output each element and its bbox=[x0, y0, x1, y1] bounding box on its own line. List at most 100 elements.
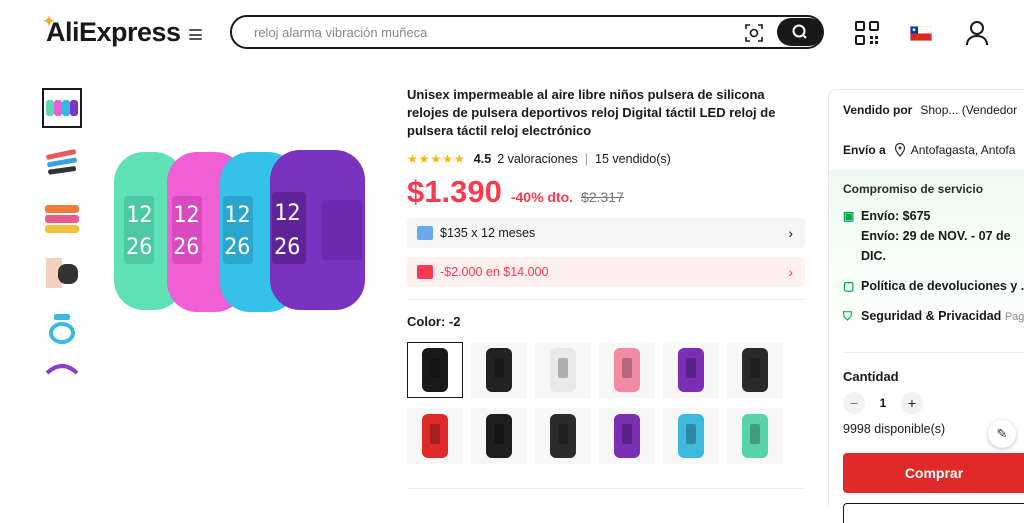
svg-text:12: 12 bbox=[126, 203, 153, 228]
thumbnail[interactable] bbox=[42, 308, 82, 348]
color-swatch[interactable] bbox=[471, 408, 527, 464]
add-to-cart-button[interactable] bbox=[843, 503, 1024, 523]
search-bar[interactable]: reloj alarma vibración muñeca bbox=[230, 15, 824, 49]
watch-swatch-image bbox=[614, 348, 640, 392]
truck-icon: ▣ bbox=[843, 209, 855, 223]
returns-text: Política de devoluciones y ... bbox=[861, 279, 1024, 293]
shipping-cost: Envío: $675 bbox=[861, 209, 931, 223]
svg-text:26: 26 bbox=[224, 235, 251, 260]
shield-icon: ⛉ bbox=[843, 309, 853, 323]
watch-swatch-image bbox=[742, 414, 768, 458]
original-price: $2.317 bbox=[581, 189, 624, 205]
current-price: $1.390 bbox=[407, 174, 502, 209]
commitment-title: Compromiso de servicio bbox=[843, 182, 984, 196]
search-icon bbox=[792, 24, 807, 39]
buy-button[interactable]: Comprar bbox=[843, 453, 1024, 493]
quantity-increase-button[interactable]: + bbox=[901, 392, 923, 414]
thumbnail[interactable] bbox=[42, 198, 82, 238]
watch-swatch-image bbox=[678, 348, 704, 392]
color-swatch[interactable] bbox=[599, 342, 655, 398]
user-account-icon[interactable] bbox=[965, 20, 989, 46]
location-pin-icon bbox=[894, 143, 905, 157]
svg-text:12: 12 bbox=[224, 203, 251, 228]
aliexpress-logo[interactable]: ✦ AliExpress bbox=[43, 13, 181, 48]
returns-icon: ▢ bbox=[843, 279, 855, 293]
svg-text:26: 26 bbox=[173, 235, 200, 260]
chevron-right-icon: › bbox=[788, 225, 793, 241]
svg-text:12: 12 bbox=[274, 201, 301, 226]
color-swatch[interactable] bbox=[535, 408, 591, 464]
color-swatch[interactable] bbox=[535, 342, 591, 398]
sold-by-value[interactable]: Shop... (Vendedor bbox=[920, 103, 1017, 117]
divider bbox=[407, 299, 805, 300]
coupon-banner[interactable]: -$2.000 en $14.000 › bbox=[407, 257, 805, 287]
divider bbox=[407, 488, 805, 489]
quantity-label: Cantidad bbox=[843, 369, 899, 384]
watch-swatch-image bbox=[486, 348, 512, 392]
divider bbox=[843, 352, 1024, 353]
color-label: Color: -2 bbox=[407, 314, 461, 329]
service-commitment: Compromiso de servicio ▣ Envío: $675 Env… bbox=[829, 170, 1024, 352]
watch-swatch-image bbox=[550, 348, 576, 392]
search-button[interactable] bbox=[777, 18, 823, 46]
header: ✦ AliExpress reloj alarma vibración muñe… bbox=[0, 0, 1024, 66]
color-swatch[interactable] bbox=[663, 342, 719, 398]
color-swatches bbox=[407, 342, 807, 464]
watch-swatch-image bbox=[422, 348, 448, 392]
security-privacy[interactable]: ⛉ Seguridad & Privacidad Pag... bbox=[843, 306, 1024, 327]
coupon-text: -$2.000 en $14.000 bbox=[440, 265, 549, 279]
ship-to-value: Antofagasta, Antofa bbox=[910, 143, 1016, 157]
watch-swatch-image bbox=[486, 414, 512, 458]
product-title: Unisex impermeable al aire libre niños p… bbox=[407, 87, 776, 138]
menu-icon[interactable] bbox=[189, 29, 202, 40]
logo-star-icon: ✦ bbox=[43, 13, 55, 29]
color-swatch[interactable] bbox=[727, 342, 783, 398]
chile-flag-icon[interactable] bbox=[910, 26, 932, 41]
svg-text:26: 26 bbox=[126, 235, 153, 260]
color-swatch[interactable] bbox=[599, 408, 655, 464]
watch-swatch-image bbox=[614, 414, 640, 458]
watch-swatch-image bbox=[742, 348, 768, 392]
thumbnail-gallery bbox=[42, 88, 84, 392]
rating-row: ★★★★★ 4.5 2 valoraciones | 15 vendido(s) bbox=[407, 150, 807, 168]
returns-policy[interactable]: ▢ Política de devoluciones y ... bbox=[843, 276, 1024, 296]
quantity-decrease-button[interactable]: − bbox=[843, 392, 865, 414]
installments-text: $135 x 12 meses bbox=[440, 226, 536, 240]
installments-icon bbox=[417, 226, 433, 240]
shipping-info[interactable]: ▣ Envío: $675 Envío: 29 de NOV. - 07 de … bbox=[843, 206, 1024, 266]
color-swatch[interactable] bbox=[407, 408, 463, 464]
thumbnail[interactable] bbox=[42, 363, 82, 377]
chevron-right-icon: › bbox=[788, 264, 793, 280]
quantity-stepper: − 1 + bbox=[843, 392, 1024, 414]
sold-by-label: Vendido por bbox=[843, 103, 913, 117]
thumbnail[interactable] bbox=[42, 253, 82, 293]
sold-by-row[interactable]: Vendido por Shop... (Vendedor bbox=[843, 90, 1024, 130]
reviews-link[interactable]: 2 valoraciones bbox=[497, 152, 578, 166]
product-info: Unisex impermeable al aire libre niños p… bbox=[407, 86, 807, 489]
installments-banner[interactable]: $135 x 12 meses › bbox=[407, 218, 805, 248]
rating-value: 4.5 bbox=[473, 152, 492, 166]
svg-text:12: 12 bbox=[173, 203, 200, 228]
thumbnail[interactable] bbox=[42, 143, 82, 183]
security-more: Pag... bbox=[1004, 311, 1024, 323]
shipping-dates: Envío: 29 de NOV. - 07 de DIC. bbox=[861, 229, 1011, 263]
qr-code-icon[interactable] bbox=[855, 21, 879, 45]
logo-text: AliExpress bbox=[46, 17, 181, 47]
svg-text:26: 26 bbox=[274, 235, 301, 260]
color-swatch[interactable] bbox=[471, 342, 527, 398]
edit-pencil-icon[interactable]: ✎ bbox=[988, 420, 1016, 448]
color-swatch[interactable] bbox=[727, 408, 783, 464]
quantity-value[interactable]: 1 bbox=[865, 396, 901, 410]
image-search-icon[interactable] bbox=[744, 23, 764, 43]
divider: | bbox=[584, 152, 589, 166]
color-swatch[interactable] bbox=[663, 408, 719, 464]
coupon-icon bbox=[417, 265, 433, 279]
main-product-image[interactable]: 12 26 12 26 12 26 12 26 bbox=[110, 130, 370, 320]
color-swatch[interactable] bbox=[407, 342, 463, 398]
price-row: $1.390 -40% dto. $2.317 bbox=[407, 174, 807, 214]
thumbnail[interactable] bbox=[42, 88, 82, 128]
watch-swatch-image bbox=[550, 414, 576, 458]
rating-stars-icon: ★★★★★ bbox=[407, 152, 466, 166]
search-input[interactable]: reloj alarma vibración muñeca bbox=[254, 25, 427, 40]
ship-to-row[interactable]: Envío a Antofagasta, Antofa bbox=[843, 130, 1024, 170]
